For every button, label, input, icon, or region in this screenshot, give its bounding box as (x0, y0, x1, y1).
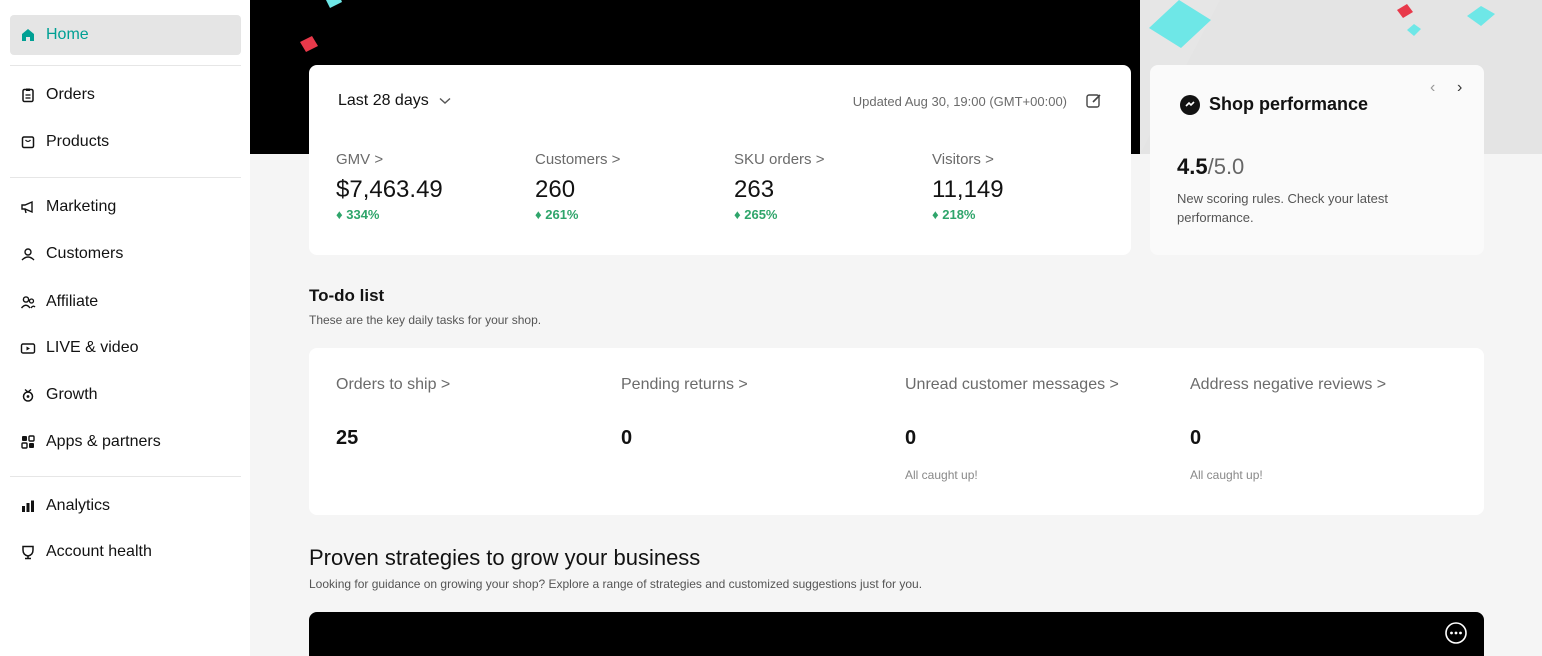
kpi-value: 260 (535, 176, 576, 203)
kpi-gmv: GMV > $7,463.49 ♦ 334% (336, 151, 443, 222)
date-range-select[interactable]: Last 28 days (338, 92, 451, 110)
sidebar-item-label: Products (46, 133, 110, 150)
sidebar-item-label: Customers (46, 245, 124, 262)
edit-icon[interactable] (1085, 92, 1103, 110)
todo-subtitle: These are the key daily tasks for your s… (309, 313, 542, 327)
kpi-change: ♦ 261% (535, 207, 579, 222)
strategies-title: Proven strategies to grow your business (309, 545, 701, 570)
performance-description: New scoring rules. Check your latest per… (1177, 191, 1388, 225)
growth-icon (20, 387, 36, 403)
sidebar-divider (10, 177, 241, 178)
score-max: /5.0 (1207, 154, 1245, 179)
kpi-label[interactable]: Customers > (535, 151, 620, 168)
kpi-value: 263 (734, 176, 775, 203)
todo-label[interactable]: Orders to ship > (336, 376, 450, 394)
sidebar-item-label: Marketing (46, 198, 117, 215)
sidebar-item-label: Growth (46, 386, 98, 403)
todo-value: 25 (336, 427, 359, 449)
sidebar-item-analytics[interactable]: Analytics (10, 486, 241, 526)
shop-performance-label: Shop performance (1209, 94, 1369, 114)
todo-value: 0 (1190, 427, 1202, 449)
next-arrow-icon[interactable]: › (1457, 79, 1462, 97)
todo-value: 0 (621, 427, 633, 449)
sidebar-item-label: Home (46, 26, 89, 43)
todo-orders-to-ship: Orders to ship > 25 (336, 376, 450, 450)
shop-performance-title: Shop performance (1180, 94, 1368, 115)
sidebar-item-label: Orders (46, 86, 95, 103)
todo-title: To-do list (309, 286, 385, 305)
sidebar-item-apps-partners[interactable]: Apps & partners (10, 422, 241, 462)
shop-performance-card[interactable]: Shop performance ‹ › 4.5/5.0 New scoring… (1150, 65, 1484, 255)
customers-icon (20, 246, 36, 262)
sidebar-item-account-health[interactable]: Account health (10, 532, 241, 572)
kpi-value: 11,149 (932, 176, 1004, 203)
kpi-change: ♦ 218% (932, 207, 976, 222)
sidebar-item-orders[interactable]: Orders (10, 75, 241, 115)
kpi-visitors: Visitors > 11,149 ♦ 218% (932, 151, 1004, 222)
affiliate-icon (20, 294, 36, 310)
todo-value: 0 (905, 427, 917, 449)
confetti-decoration (1407, 24, 1421, 36)
sidebar-item-affiliate[interactable]: Affiliate (10, 282, 241, 322)
sidebar-item-home[interactable]: Home (10, 15, 241, 55)
sidebar-divider (10, 476, 241, 477)
sidebar-item-marketing[interactable]: Marketing (10, 187, 241, 227)
sidebar-item-label: Account health (46, 543, 152, 560)
sidebar-item-customers[interactable]: Customers (10, 234, 241, 274)
sidebar-item-label: Affiliate (46, 293, 99, 310)
date-range-value: Last 28 days (338, 92, 429, 109)
sidebar: Home Orders Products Marketing Customers… (0, 0, 250, 656)
confetti-decoration (326, 0, 342, 8)
confetti-decoration (300, 36, 318, 52)
sidebar-item-growth[interactable]: Growth (10, 375, 241, 415)
products-icon (20, 134, 36, 150)
confetti-decoration (1149, 0, 1211, 48)
todo-card: Orders to ship > 25 Pending returns > 0 … (309, 348, 1484, 515)
sidebar-item-live-video[interactable]: LIVE & video (10, 328, 241, 368)
todo-label[interactable]: Unread customer messages > (905, 376, 1119, 394)
sidebar-divider (10, 65, 241, 66)
orders-icon (20, 87, 36, 103)
todo-note: All caught up! (1190, 468, 1263, 482)
kpi-change: ♦ 334% (336, 207, 380, 222)
kpi-label[interactable]: SKU orders > (734, 151, 824, 168)
kpi-customers: Customers > 260 ♦ 261% (535, 151, 620, 222)
performance-score: 4.5/5.0 (1177, 154, 1244, 180)
sidebar-item-label: LIVE & video (46, 339, 139, 356)
megaphone-icon (20, 199, 36, 215)
kpi-change: ♦ 265% (734, 207, 778, 222)
more-options-icon[interactable] (1444, 621, 1468, 645)
kpi-card: Last 28 days Updated Aug 30, 19:00 (GMT+… (309, 65, 1131, 255)
updated-timestamp: Updated Aug 30, 19:00 (GMT+00:00) (852, 94, 1067, 109)
kpi-value: $7,463.49 (336, 176, 443, 203)
strategies-video-card[interactable] (309, 612, 1484, 656)
account-health-icon (20, 544, 36, 560)
sidebar-item-label: Apps & partners (46, 433, 161, 450)
analytics-icon (20, 498, 36, 514)
chevron-down-icon (439, 92, 451, 110)
kpi-label[interactable]: Visitors > (932, 151, 1004, 168)
sidebar-item-label: Analytics (46, 497, 111, 514)
score-value: 4.5 (1177, 154, 1208, 179)
kpi-sku-orders: SKU orders > 263 ♦ 265% (734, 151, 824, 222)
confetti-decoration (1467, 6, 1495, 26)
sidebar-item-products[interactable]: Products (10, 122, 241, 162)
performance-icon (1180, 94, 1200, 115)
confetti-decoration (1397, 4, 1413, 18)
strategies-subtitle: Looking for guidance on growing your sho… (309, 577, 923, 591)
home-icon (20, 27, 36, 43)
todo-pending-returns: Pending returns > 0 (621, 376, 748, 450)
todo-label[interactable]: Address negative reviews > (1190, 376, 1386, 394)
todo-unread-messages: Unread customer messages > 0 All caught … (905, 376, 1119, 482)
todo-label[interactable]: Pending returns > (621, 376, 748, 394)
apps-icon (20, 434, 36, 450)
live-video-icon (20, 340, 36, 356)
todo-note: All caught up! (905, 468, 978, 482)
todo-negative-reviews: Address negative reviews > 0 All caught … (1190, 376, 1386, 482)
kpi-label[interactable]: GMV > (336, 151, 443, 168)
prev-arrow-icon[interactable]: ‹ (1430, 79, 1435, 97)
